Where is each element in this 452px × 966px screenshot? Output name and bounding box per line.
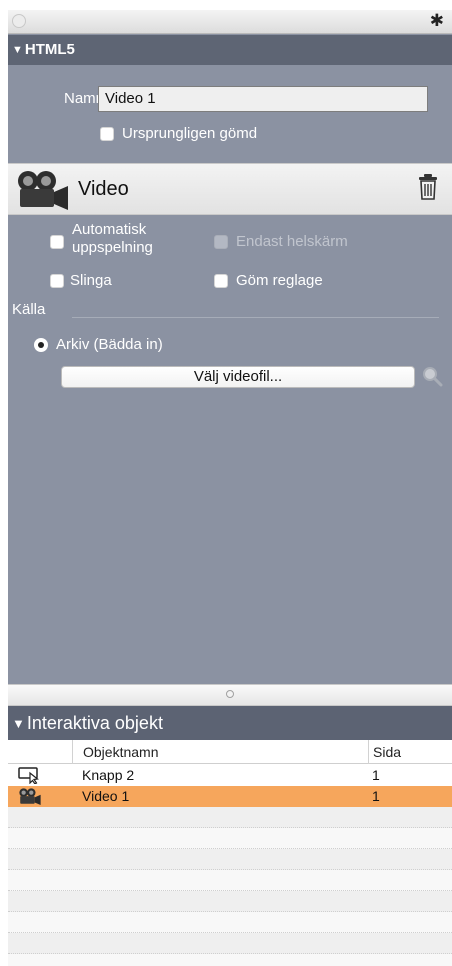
source-divider [72, 317, 439, 318]
row-page: 1 [372, 788, 380, 804]
empty-row [8, 870, 452, 891]
inspector-panel: ✱ ▼ HTML5 Namn: Video 1 Ursprungligen göm… [8, 10, 452, 966]
autoplay-label: Automatisk uppspelning [72, 221, 153, 257]
fullscreen-only-checkbox[interactable] [214, 235, 228, 249]
empty-row [8, 828, 452, 849]
fullscreen-only-label: Endast helskärm [236, 233, 348, 250]
trash-icon[interactable] [418, 174, 438, 200]
button-icon [18, 767, 39, 784]
column-header-name[interactable]: Objektnamn [72, 740, 368, 764]
html5-section-title: HTML5 [24, 41, 75, 58]
disclosure-triangle-icon: ▼ [12, 716, 25, 731]
video-camera-icon [18, 171, 68, 210]
source-label: Källa [12, 301, 46, 318]
video-camera-icon [19, 788, 41, 805]
name-field[interactable]: Video 1 [98, 86, 428, 112]
empty-row [8, 891, 452, 912]
archive-radio-label: Arkiv (Bädda in) [56, 336, 163, 353]
initially-hidden-checkbox[interactable] [100, 127, 114, 141]
gear-icon[interactable]: ✱ [430, 11, 444, 31]
splitter-handle[interactable] [226, 690, 234, 698]
window-close-button[interactable] [12, 14, 26, 28]
hide-controls-checkbox[interactable] [214, 274, 228, 288]
disclosure-triangle-icon: ▼ [12, 44, 23, 56]
row-page: 1 [372, 767, 380, 783]
video-section-title: Video [78, 178, 129, 200]
autoplay-checkbox[interactable] [50, 235, 64, 249]
empty-row [8, 912, 452, 933]
empty-row [8, 807, 452, 828]
empty-row [8, 954, 452, 966]
loop-checkbox[interactable] [50, 274, 64, 288]
loop-label: Slinga [70, 272, 112, 289]
empty-row [8, 933, 452, 954]
initially-hidden-label: Ursprungligen gömd [122, 125, 258, 142]
empty-row [8, 849, 452, 870]
panel-titlebar: ✱ [8, 10, 452, 34]
video-section-header: Video [8, 163, 452, 215]
row-object-name: Video 1 [82, 788, 130, 804]
interactive-objects-title: Interaktiva objekt [26, 713, 163, 733]
interactive-objects-table: Objektnamn Sida Knapp 2 1 Video 1 1 [8, 740, 452, 966]
html5-section-header[interactable]: ▼ HTML5 [8, 35, 452, 65]
table-header: Objektnamn Sida [8, 740, 452, 764]
interactive-objects-header[interactable]: ▼ Interaktiva objekt [8, 706, 452, 740]
column-header-page[interactable]: Sida [368, 740, 452, 764]
search-icon[interactable] [421, 365, 443, 387]
autoplay-label-line1: Automatisk [72, 221, 147, 238]
hide-controls-label: Göm reglage [236, 272, 323, 289]
archive-radio[interactable] [34, 338, 48, 352]
table-row[interactable]: Knapp 2 1 [8, 765, 452, 786]
autoplay-label-line2: uppspelning [72, 239, 153, 256]
choose-video-file-button[interactable]: Välj videofil... [61, 366, 415, 388]
table-row-selected[interactable]: Video 1 1 [8, 786, 452, 807]
panel-splitter[interactable] [8, 684, 452, 706]
row-object-name: Knapp 2 [82, 767, 135, 783]
